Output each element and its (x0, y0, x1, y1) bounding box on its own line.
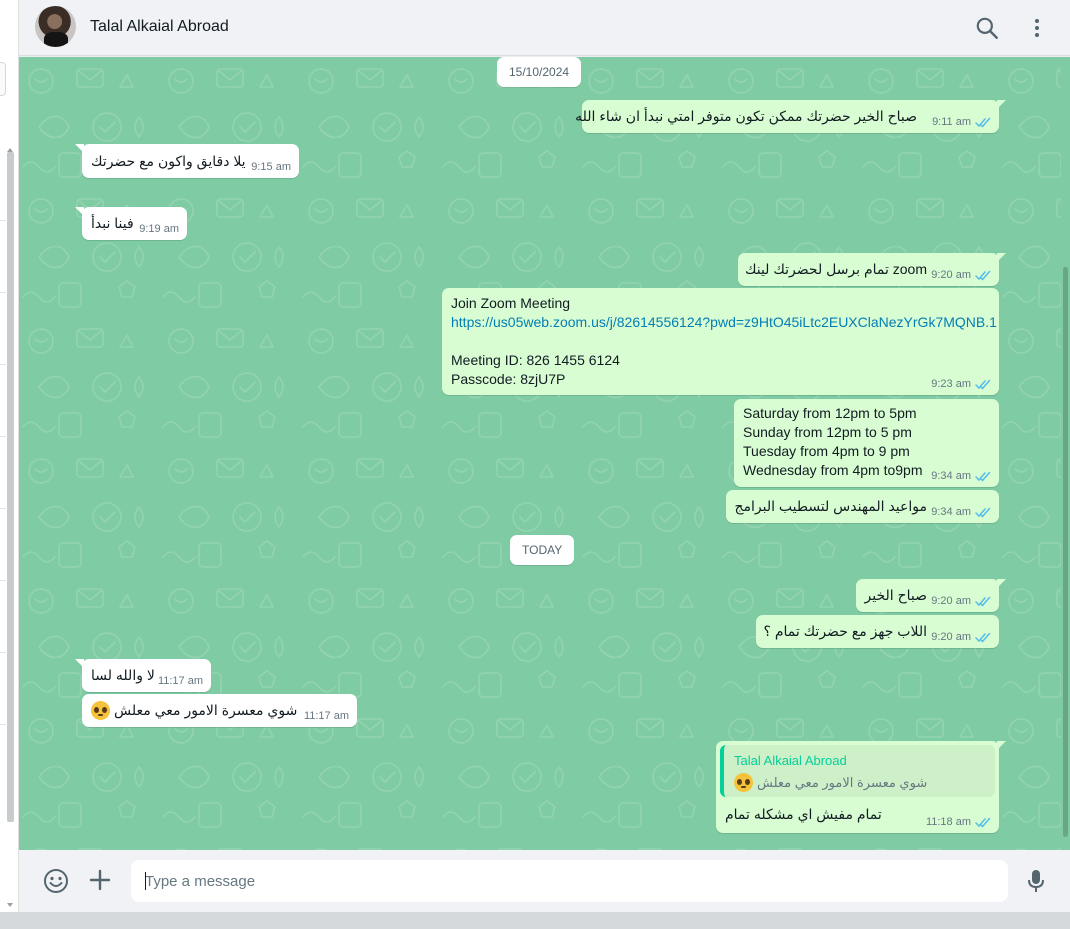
message-list[interactable]: 15/10/2024 صباح الخير حضرتك ممكن تكون مت… (19, 57, 1061, 850)
double-check-icon (975, 507, 991, 518)
quoted-text-row: شوي معسرة الامور معي معلش (734, 773, 927, 792)
outgoing-message[interactable]: صباح الخير حضرتك ممكن تكون متوفر امتي نب… (575, 100, 1006, 133)
message-line: Tuesday from 4pm to 9 pm (743, 443, 910, 459)
date-separator: TODAY (510, 535, 575, 565)
double-check-icon (975, 117, 991, 128)
message-meta: 11:17 am (158, 675, 203, 687)
message-time: 9:34 am (931, 506, 971, 518)
message-input[interactable] (131, 860, 1008, 902)
message-text: اللاب جهز مع حضرتك تمام ؟ (763, 623, 928, 639)
message-time: 9:20 am (931, 631, 971, 643)
incoming-message[interactable]: شوي معسرة الامور معي معلش 11:17 am (82, 694, 357, 727)
message-scrollbar[interactable] (1061, 57, 1070, 850)
message-meta: 9:34 am (931, 506, 991, 518)
quoted-message[interactable]: Talal Alkaial Abroad شوي معسرة الامور مع… (720, 745, 995, 797)
message-time: 9:11 am (932, 116, 971, 128)
mic-icon[interactable] (1026, 868, 1046, 894)
message-time: 11:17 am (303, 710, 349, 722)
outgoing-message[interactable]: مواعيد المهندس لتسطيب البرامج 9:34 am (726, 490, 999, 523)
vertical-dots-icon[interactable] (1026, 15, 1048, 41)
pleading-face-emoji (91, 701, 110, 720)
message-time: 11:17 am (157, 675, 203, 687)
message-line: Meeting ID: 826 1455 6124 (451, 352, 620, 368)
double-check-icon (975, 379, 991, 390)
chat-list-edge (0, 0, 19, 912)
message-line: Saturday from 12pm to 5pm (743, 405, 917, 421)
message-time: 11:18 am (925, 816, 971, 828)
message-time: 9:23 am (931, 378, 971, 390)
message-text: شوي معسرة الامور معي معلش (114, 702, 298, 718)
divider (0, 652, 8, 653)
divider (0, 508, 8, 509)
message-line: Join Zoom Meeting (451, 295, 571, 311)
text-caret (145, 872, 146, 890)
search-icon[interactable] (974, 15, 1000, 41)
divider (0, 436, 8, 437)
date-separator: 15/10/2024 (497, 57, 582, 87)
message-line: Passcode: 8zjU7P (451, 371, 566, 387)
outgoing-message[interactable]: صباح الخير 9:20 am (856, 579, 1006, 612)
message-time: 9:20 am (931, 269, 971, 281)
chat-header: Talal Alkaial Abroad (19, 0, 1070, 56)
divider (0, 580, 8, 581)
window-bottom-bar (0, 912, 1070, 929)
incoming-message[interactable]: فينا نبدأ 9:19 am (75, 207, 187, 240)
avatar[interactable] (35, 6, 76, 47)
zoom-link[interactable]: https://us05web.zoom.us/j/82614556124?pw… (451, 313, 997, 332)
pleading-face-emoji (734, 773, 753, 792)
divider (0, 724, 8, 725)
double-check-icon (975, 596, 991, 607)
message-text: تمام برسل لحضرتك لينك zoom (744, 261, 927, 277)
smiley-icon[interactable] (43, 868, 69, 894)
message-meta: 11:17 am (304, 710, 349, 722)
double-check-icon (975, 270, 991, 281)
message-meta: 11:18 am (926, 816, 991, 828)
message-meta: 9:19 am (139, 223, 179, 235)
message-line: Wednesday from 4pm to9pm (743, 462, 923, 478)
contact-name[interactable]: Talal Alkaial Abroad (90, 18, 229, 36)
message-text: صباح الخير حضرتك ممكن تكون متوفر امتي نب… (575, 108, 917, 124)
message-meta: 9:20 am (931, 595, 991, 607)
message-time: 9:15 am (251, 161, 291, 173)
double-check-icon (975, 817, 991, 828)
incoming-message[interactable]: يلا دقايق واكون مع حضرتك 9:15 am (75, 144, 299, 178)
quoted-text: شوي معسرة الامور معي معلش (757, 774, 928, 790)
outgoing-message[interactable]: اللاب جهز مع حضرتك تمام ؟ 9:20 am (756, 615, 999, 648)
message-time: 9:20 am (931, 595, 971, 607)
divider (0, 220, 8, 221)
message-meta: 9:23 am (931, 378, 991, 390)
message-text: لا والله لسا (91, 667, 155, 683)
incoming-message[interactable]: لا والله لسا 11:17 am (75, 659, 211, 692)
outgoing-reply-message[interactable]: Talal Alkaial Abroad شوي معسرة الامور مع… (716, 741, 1006, 833)
scroll-thumb[interactable] (1063, 267, 1068, 837)
outgoing-message[interactable]: Join Zoom Meeting https://us05web.zoom.u… (442, 288, 999, 395)
message-meta: 9:20 am (931, 269, 991, 281)
message-text: مواعيد المهندس لتسطيب البرامج (734, 498, 927, 514)
chat-list-tab[interactable] (0, 62, 6, 96)
message-meta: 9:34 am (931, 470, 991, 482)
divider (0, 364, 8, 365)
chat-list-scrollbar[interactable] (7, 152, 14, 822)
message-meta: 9:15 am (251, 161, 291, 173)
quoted-author: Talal Alkaial Abroad (734, 753, 847, 768)
message-text: يلا دقايق واكون مع حضرتك (91, 153, 246, 169)
scroll-down-arrow[interactable] (7, 903, 13, 907)
double-check-icon (975, 632, 991, 643)
message-text: صباح الخير (864, 587, 927, 603)
message-meta: 9:11 am (932, 116, 991, 128)
message-text: فينا نبدأ (91, 215, 134, 231)
double-check-icon (975, 471, 991, 482)
outgoing-message[interactable]: تمام برسل لحضرتك لينك zoom 9:20 am (738, 253, 1006, 286)
message-time: 9:34 am (931, 470, 971, 482)
outgoing-message[interactable]: Saturday from 12pm to 5pm Sunday from 12… (734, 399, 999, 487)
message-text: تمام مفيش اي مشكله تمام (725, 806, 882, 822)
divider (0, 292, 8, 293)
message-line: Sunday from 12pm to 5 pm (743, 424, 912, 440)
plus-icon[interactable] (88, 868, 112, 892)
compose-bar (19, 850, 1070, 912)
message-meta: 9:20 am (931, 631, 991, 643)
message-time: 9:19 am (139, 223, 179, 235)
